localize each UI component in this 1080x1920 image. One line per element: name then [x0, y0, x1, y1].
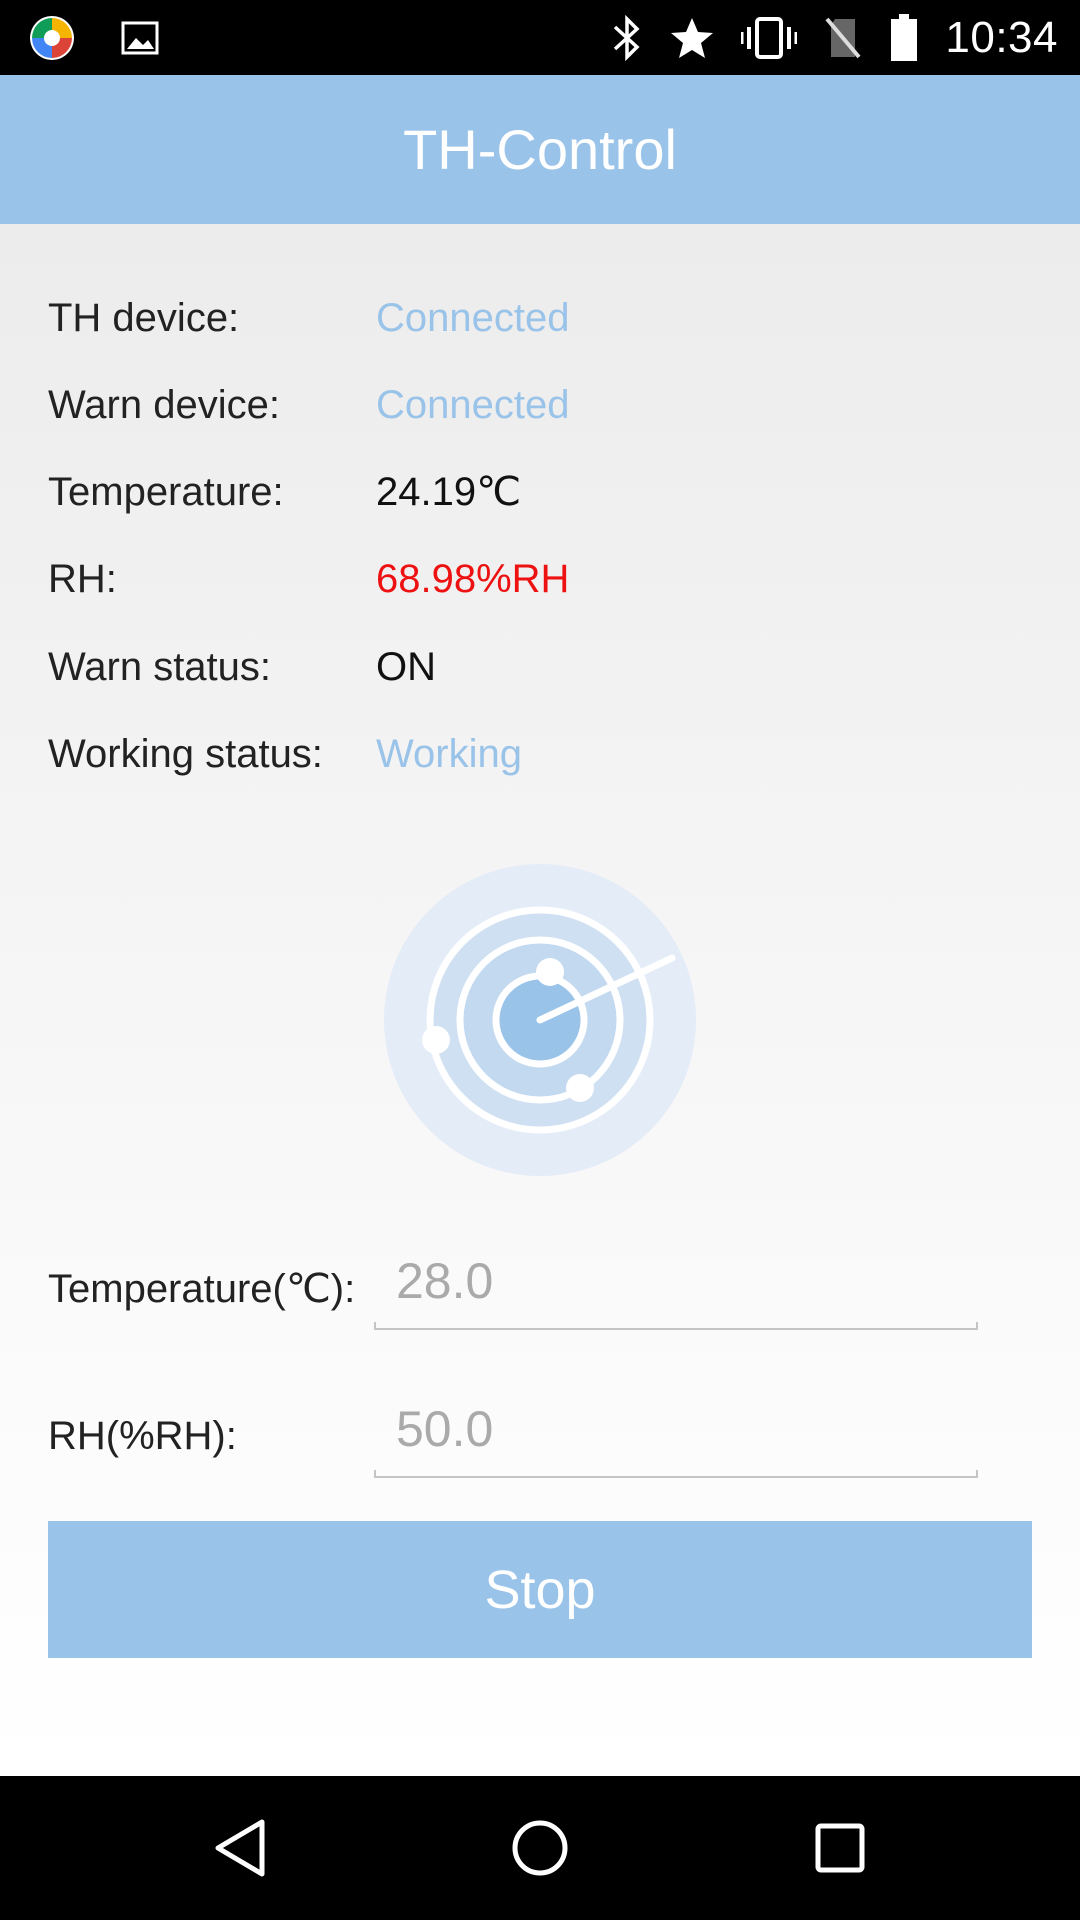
- working-status-row: Working status: Working: [48, 724, 1048, 784]
- rh-row: RH: 68.98%RH: [48, 549, 1048, 609]
- temperature-row: Temperature: 24.19℃: [48, 462, 1048, 522]
- rh-setting-row: RH(%RH):: [48, 1390, 1048, 1490]
- warn-status-row: Warn status: ON: [48, 637, 1048, 697]
- working-status-label: Working status:: [48, 732, 323, 776]
- app-bar: TH-Control: [0, 75, 1080, 224]
- th-device-row: TH device: Connected: [48, 288, 1048, 348]
- vibrate-icon: [741, 15, 798, 61]
- temperature-setting-row: Temperature(℃):: [48, 1242, 1048, 1342]
- stop-button[interactable]: Stop: [48, 1521, 1032, 1658]
- warn-device-status: Connected: [376, 383, 570, 427]
- battery-icon: [889, 13, 919, 63]
- home-icon[interactable]: [500, 1808, 580, 1888]
- main-content: TH device: Connected Warn device: Connec…: [0, 224, 1080, 1776]
- temperature-setting-label: Temperature(℃):: [48, 1267, 356, 1311]
- working-status-value: Working: [376, 732, 522, 776]
- temperature-setting-input[interactable]: [372, 1246, 972, 1316]
- temperature-input-underline: [374, 1322, 978, 1330]
- rh-input-underline: [374, 1470, 978, 1478]
- radar-icon: [380, 860, 700, 1180]
- warn-device-label: Warn device:: [48, 383, 280, 427]
- warn-status-value: ON: [376, 645, 436, 689]
- navigation-bar: [0, 1776, 1080, 1920]
- warn-status-label: Warn status:: [48, 645, 272, 689]
- th-device-label: TH device:: [48, 296, 240, 340]
- rh-value: 68.98%RH: [376, 557, 570, 601]
- back-icon[interactable]: [200, 1808, 280, 1888]
- recents-icon[interactable]: [800, 1808, 880, 1888]
- bluetooth-icon: [611, 15, 643, 61]
- image-icon: [120, 18, 160, 58]
- temperature-value: 24.19℃: [376, 470, 522, 514]
- warn-device-row: Warn device: Connected: [48, 375, 1048, 435]
- clock: 10:34: [945, 13, 1058, 62]
- star-icon: [669, 15, 715, 61]
- no-sim-icon: [823, 15, 863, 61]
- status-bar: 10:34: [0, 0, 1080, 75]
- th-device-status: Connected: [376, 296, 570, 340]
- rh-label: RH:: [48, 557, 117, 601]
- rh-setting-label: RH(%RH):: [48, 1414, 237, 1458]
- page-title: TH-Control: [403, 118, 677, 181]
- rh-setting-input[interactable]: [372, 1394, 972, 1464]
- app-logo-icon: [28, 14, 76, 62]
- temperature-label: Temperature:: [48, 470, 284, 514]
